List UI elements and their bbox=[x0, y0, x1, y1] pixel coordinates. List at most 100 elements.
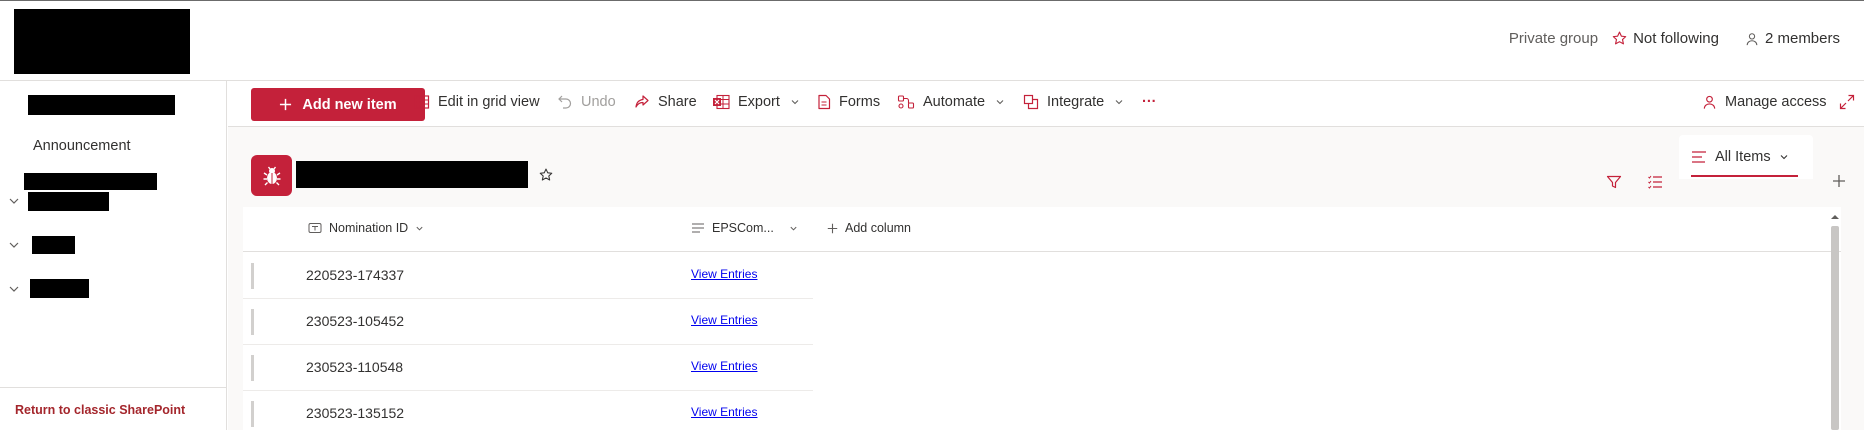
list-title-redacted bbox=[296, 161, 528, 188]
more-icon: ··· bbox=[1142, 94, 1157, 110]
chevron-down-icon bbox=[996, 100, 1004, 105]
automate-button[interactable]: Automate bbox=[897, 94, 1005, 110]
undo-label: Undo bbox=[581, 94, 616, 110]
plus-icon bbox=[280, 98, 292, 111]
row-selector[interactable] bbox=[251, 401, 254, 427]
follow-button[interactable]: Not following bbox=[1612, 30, 1719, 47]
add-column-label: Add column bbox=[845, 221, 912, 235]
chevron-down-icon bbox=[416, 226, 423, 231]
plus-icon[interactable] bbox=[1832, 174, 1846, 188]
integrate-label: Integrate bbox=[1047, 94, 1105, 110]
add-new-item-button[interactable]: Add new item bbox=[251, 88, 425, 121]
more-options-button[interactable]: ··· bbox=[1142, 94, 1157, 110]
table-row[interactable]: 230523-105452 View Entries bbox=[243, 299, 813, 345]
text-field-icon bbox=[308, 223, 322, 233]
row-selector[interactable] bbox=[251, 355, 254, 381]
site-header-actions: Private group Not following 2 members bbox=[1509, 30, 1840, 47]
table-row[interactable]: 230523-110548 View Entries bbox=[243, 345, 813, 391]
nav-group-redacted[interactable] bbox=[28, 192, 109, 211]
manage-access-icon bbox=[1703, 95, 1716, 109]
members-button[interactable]: 2 members bbox=[1745, 30, 1840, 47]
nav-group-redacted[interactable] bbox=[30, 279, 89, 298]
nav-item-redacted[interactable] bbox=[24, 173, 157, 190]
add-column-button[interactable]: Add column bbox=[827, 221, 911, 235]
manage-access-label: Manage access bbox=[1725, 94, 1827, 110]
integrate-icon bbox=[1023, 94, 1039, 110]
grid-icon bbox=[414, 95, 430, 109]
view-entries-link[interactable]: View Entries bbox=[691, 359, 757, 373]
bug-icon bbox=[263, 166, 280, 185]
manage-access-button[interactable]: Manage access bbox=[1702, 94, 1827, 110]
group-privacy-label: Private group bbox=[1508, 30, 1599, 47]
list-icon bbox=[251, 155, 292, 196]
column-header-nomination-id[interactable]: Nomination ID bbox=[308, 221, 424, 235]
plus-icon bbox=[827, 223, 838, 233]
automate-label: Automate bbox=[923, 94, 986, 110]
column-header-label: Nomination ID bbox=[329, 221, 409, 235]
share-button[interactable]: Share bbox=[634, 94, 697, 110]
chevron-down-icon bbox=[790, 226, 797, 231]
star-icon bbox=[1612, 31, 1627, 45]
members-label: 2 members bbox=[1764, 30, 1840, 47]
left-navigation: Announcement Return to classic SharePoin… bbox=[0, 81, 227, 430]
return-to-classic-link[interactable]: Return to classic SharePoint bbox=[15, 403, 185, 417]
expand-icon bbox=[1839, 94, 1855, 110]
chevron-down-icon[interactable] bbox=[8, 239, 20, 251]
chevron-down-icon[interactable] bbox=[8, 195, 20, 207]
grid-header: Nomination ID EPSCom... Add column bbox=[243, 207, 1841, 252]
command-bar: Add new item Edit in grid view Undo Shar… bbox=[228, 81, 1864, 127]
edit-grid-view-button[interactable]: Edit in grid view bbox=[414, 94, 540, 110]
view-name: All Items bbox=[1715, 149, 1771, 165]
nomination-id-cell: 220523-174337 bbox=[306, 267, 405, 283]
column-header-label: EPSCom... bbox=[712, 221, 774, 235]
table-row[interactable]: 220523-174337 View Entries bbox=[243, 253, 813, 299]
chevron-down-icon bbox=[1115, 100, 1123, 105]
automate-icon bbox=[897, 95, 915, 109]
row-selector[interactable] bbox=[251, 309, 254, 335]
vertical-scrollbar[interactable] bbox=[1829, 212, 1841, 430]
share-icon bbox=[635, 95, 649, 108]
expand-button[interactable] bbox=[1839, 94, 1855, 110]
follow-label: Not following bbox=[1633, 30, 1719, 47]
star-icon[interactable] bbox=[539, 168, 553, 182]
filter-icon[interactable] bbox=[1606, 174, 1622, 190]
site-logo-redacted bbox=[14, 9, 190, 74]
forms-label: Forms bbox=[839, 94, 881, 110]
nav-footer: Return to classic SharePoint bbox=[0, 387, 226, 430]
chevron-down-icon bbox=[791, 100, 799, 105]
view-icon bbox=[1692, 151, 1706, 163]
export-button[interactable]: Export bbox=[712, 94, 800, 110]
forms-button[interactable]: Forms bbox=[817, 94, 880, 110]
share-label: Share bbox=[658, 94, 697, 110]
view-entries-link[interactable]: View Entries bbox=[691, 405, 757, 419]
export-label: Export bbox=[738, 94, 780, 110]
nomination-id-cell: 230523-135152 bbox=[306, 405, 405, 421]
column-header-epscom[interactable]: EPSCom... bbox=[691, 221, 798, 235]
person-icon bbox=[1746, 32, 1758, 45]
nomination-id-cell: 230523-110548 bbox=[306, 359, 404, 375]
site-header: Private group Not following 2 members bbox=[0, 1, 1864, 81]
edit-grid-view-label: Edit in grid view bbox=[438, 94, 540, 110]
list-options-icon[interactable] bbox=[1647, 174, 1663, 190]
integrate-button[interactable]: Integrate bbox=[1023, 94, 1124, 110]
view-entries-link[interactable]: View Entries bbox=[691, 267, 757, 281]
nomination-id-cell: 230523-105452 bbox=[306, 313, 405, 329]
view-entries-link[interactable]: View Entries bbox=[691, 313, 757, 327]
view-switcher[interactable]: All Items bbox=[1679, 135, 1813, 179]
chevron-down-icon[interactable] bbox=[8, 283, 20, 295]
excel-icon bbox=[713, 94, 730, 110]
chevron-down-icon bbox=[1780, 155, 1787, 160]
undo-icon bbox=[558, 95, 572, 109]
list-grid: Nomination ID EPSCom... Add column 22052… bbox=[243, 207, 1841, 430]
forms-icon bbox=[818, 94, 831, 110]
scrollbar-thumb[interactable] bbox=[1831, 226, 1839, 430]
row-selector[interactable] bbox=[251, 263, 254, 289]
multiline-icon bbox=[692, 223, 704, 233]
undo-button[interactable]: Undo bbox=[557, 94, 616, 110]
scroll-up-icon[interactable] bbox=[1829, 212, 1841, 222]
table-row[interactable]: 230523-135152 View Entries bbox=[243, 391, 813, 430]
nav-item-redacted[interactable] bbox=[28, 95, 175, 115]
nav-group-redacted[interactable] bbox=[32, 236, 75, 254]
nav-item-announcement[interactable]: Announcement bbox=[33, 138, 131, 154]
add-new-item-label: Add new item bbox=[302, 96, 397, 113]
